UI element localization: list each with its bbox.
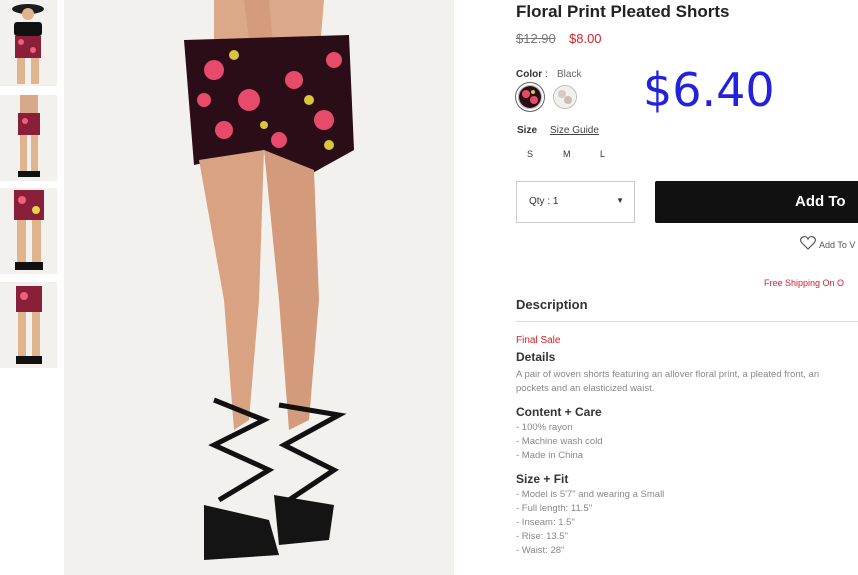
- fit-line-3: - Inseam: 1.5": [516, 517, 575, 528]
- overlay-price: $6.40: [643, 63, 775, 117]
- color-swatch-black[interactable]: [518, 85, 542, 109]
- fit-line-1: - Model is 5'7" and wearing a Small: [516, 489, 665, 500]
- heart-icon[interactable]: [800, 236, 816, 250]
- thumbnail-1-image: [0, 0, 57, 86]
- details-line-2: pockets and an elasticized waist.: [516, 383, 655, 394]
- size-fit-heading: Size + Fit: [516, 472, 569, 486]
- caret-down-icon: ▼: [616, 196, 624, 205]
- main-product-image: [64, 0, 454, 575]
- content-line-3: - Made in China: [516, 450, 584, 461]
- size-option-s[interactable]: S: [527, 149, 533, 159]
- content-line-1: - 100% rayon: [516, 422, 573, 433]
- thumbnail-2[interactable]: [0, 95, 57, 181]
- original-price: $12.90: [516, 31, 556, 46]
- quantity-value: Qty : 1: [529, 196, 559, 207]
- size-option-l[interactable]: L: [600, 149, 605, 159]
- add-to-wishlist-link[interactable]: Add To V: [819, 240, 855, 250]
- thumbnail-1[interactable]: [0, 0, 57, 86]
- final-sale-label: Final Sale: [516, 335, 561, 346]
- details-line-1: A pair of woven shorts featuring an allo…: [516, 369, 820, 380]
- add-to-bag-label: Add To: [795, 193, 846, 210]
- color-value: Black: [557, 69, 582, 80]
- description-divider: [516, 321, 858, 322]
- color-swatch-white[interactable]: [553, 85, 577, 109]
- content-line-2: - Machine wash cold: [516, 436, 603, 447]
- content-care-heading: Content + Care: [516, 405, 602, 419]
- fit-line-5: - Waist: 28": [516, 545, 565, 556]
- sale-price: $8.00: [569, 31, 602, 46]
- free-shipping-note: Free Shipping On O: [764, 278, 845, 288]
- thumbnail-2-image: [0, 95, 57, 181]
- details-heading: Details: [516, 350, 556, 364]
- color-label: Color :: [516, 69, 548, 80]
- fit-line-4: - Rise: 13.5": [516, 531, 568, 542]
- description-heading: Description: [516, 297, 588, 312]
- fit-line-2: - Full length: 11.5": [516, 503, 593, 514]
- size-label: Size: [517, 125, 538, 136]
- thumbnail-4-image: [0, 282, 57, 368]
- size-option-m[interactable]: M: [563, 149, 571, 159]
- add-to-bag-button[interactable]: Add To: [655, 181, 858, 223]
- product-title: Floral Print Pleated Shorts: [516, 2, 730, 21]
- thumbnail-4[interactable]: [0, 282, 57, 368]
- size-guide-link[interactable]: Size Guide: [550, 125, 599, 136]
- quantity-select[interactable]: Qty : 1 ▼: [516, 181, 635, 223]
- thumbnail-3[interactable]: [0, 188, 57, 274]
- thumbnail-3-image: [0, 188, 57, 274]
